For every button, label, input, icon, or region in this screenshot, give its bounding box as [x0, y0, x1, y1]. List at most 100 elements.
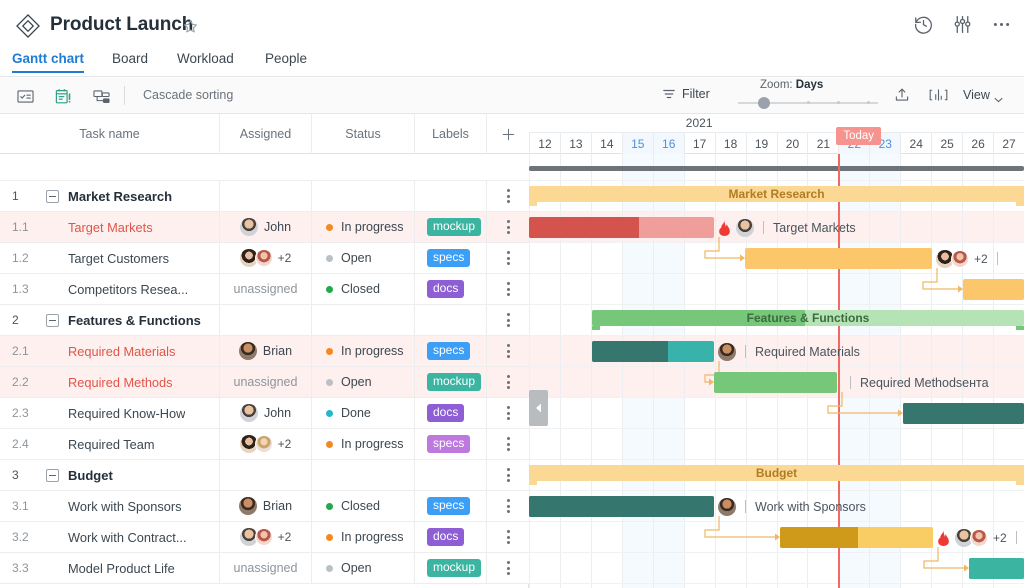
timeline-day-header[interactable]: 13 — [559, 133, 591, 154]
table-row[interactable]: 2.2 Required Methods unassigned Open mockup — [0, 367, 529, 398]
task-name[interactable]: Competitors Resea... — [68, 282, 188, 297]
fit-to-screen-icon[interactable] — [929, 87, 948, 103]
column-header-assigned[interactable]: Assigned — [219, 114, 311, 154]
more-horizontal-icon[interactable] — [991, 14, 1012, 35]
assigned-cell[interactable]: unassigned — [219, 274, 311, 304]
row-menu-button[interactable] — [506, 282, 510, 296]
avatar-brian[interactable] — [238, 497, 257, 515]
table-row[interactable]: 1.1 Target Markets John In progress mockup — [0, 212, 529, 243]
row-menu-button[interactable] — [506, 251, 510, 265]
status-cell[interactable]: In progress — [311, 522, 414, 552]
row-menu-button[interactable] — [506, 220, 510, 234]
labels-cell[interactable]: docs — [414, 522, 486, 552]
add-column-button[interactable] — [486, 114, 529, 154]
label-chip[interactable]: specs — [427, 341, 471, 361]
collapse-toggle[interactable] — [46, 313, 59, 327]
timeline-day-header[interactable]: 17 — [683, 133, 715, 154]
summary-bar[interactable]: Budget — [529, 465, 1024, 481]
status-cell[interactable]: Open — [311, 243, 414, 273]
timeline-day-header[interactable]: 20 — [776, 133, 808, 154]
label-chip[interactable]: specs — [427, 496, 471, 516]
assignee-group[interactable]: Brian — [238, 497, 292, 515]
group-row[interactable]: 1 Market Research — [0, 181, 529, 212]
menu-cell[interactable] — [486, 460, 529, 490]
avatar-john[interactable] — [239, 404, 258, 422]
timeline-horizontal-scrollbar[interactable] — [529, 166, 1024, 171]
row-menu-button[interactable] — [506, 437, 510, 451]
menu-cell[interactable] — [486, 429, 529, 459]
row-menu-button[interactable] — [506, 189, 510, 203]
assigned-cell[interactable]: Brian — [219, 336, 311, 366]
labels-cell[interactable]: specs — [414, 491, 486, 521]
timeline-day-header[interactable]: 14 — [590, 133, 622, 154]
table-row[interactable]: 1.3 Competitors Resea... unassigned Closed d… — [0, 274, 529, 305]
task-name[interactable]: Target Markets — [68, 220, 153, 235]
history-icon[interactable] — [913, 14, 934, 35]
labels-cell[interactable]: mockup — [414, 553, 486, 583]
summary-bar[interactable]: Features & Functions — [592, 310, 1024, 326]
row-menu-button[interactable] — [506, 344, 510, 358]
tab-people[interactable]: People — [265, 51, 307, 71]
hierarchy-icon[interactable] — [92, 87, 111, 106]
status-cell[interactable]: Open — [311, 553, 414, 583]
label-chip[interactable]: mockup — [427, 372, 482, 392]
zoom-slider[interactable] — [738, 97, 878, 109]
column-header-labels[interactable]: Labels — [414, 114, 486, 154]
labels-cell[interactable]: docs — [414, 398, 486, 428]
assignee-unassigned[interactable]: unassigned — [234, 561, 298, 575]
assignee-group[interactable]: Brian — [238, 342, 292, 360]
task-name[interactable]: Required Team — [68, 437, 155, 452]
timeline-day-header[interactable]: 27 — [993, 133, 1024, 154]
column-header-status[interactable]: Status — [311, 114, 414, 154]
status-cell[interactable]: Done — [311, 398, 414, 428]
export-icon[interactable] — [893, 86, 911, 104]
timeline-day-header[interactable]: 15 — [621, 133, 653, 154]
task-bar[interactable] — [969, 558, 1024, 579]
menu-cell[interactable] — [486, 181, 529, 211]
zoom-slider-handle[interactable] — [758, 97, 770, 109]
timeline-day-header[interactable]: 18 — [714, 133, 746, 154]
assigned-cell[interactable]: John — [219, 398, 311, 428]
column-header-task-name[interactable]: Task name — [0, 114, 219, 154]
avatar-red-hair[interactable] — [254, 249, 273, 267]
row-menu-button[interactable] — [506, 530, 510, 544]
timeline-day-header[interactable]: 21 — [807, 133, 838, 154]
task-name[interactable]: Required Methods — [68, 375, 173, 390]
timeline-day-header[interactable]: 16 — [652, 133, 684, 154]
row-menu-button[interactable] — [506, 313, 510, 327]
status-cell[interactable]: Open — [311, 367, 414, 397]
assignee-unassigned[interactable]: unassigned — [234, 375, 298, 389]
status-cell[interactable]: In progress — [311, 212, 414, 242]
assignee-group[interactable]: John — [239, 404, 291, 422]
tab-gantt-chart[interactable]: Gantt chart — [12, 51, 85, 73]
avatar-brian[interactable] — [238, 342, 257, 360]
avatar-red-hair[interactable] — [254, 528, 273, 546]
label-chip[interactable]: specs — [427, 434, 471, 454]
assigned-cell[interactable]: unassigned — [219, 367, 311, 397]
menu-cell[interactable] — [486, 243, 529, 273]
task-name[interactable]: Model Product Life — [68, 561, 175, 576]
row-menu-button[interactable] — [506, 375, 510, 389]
labels-cell[interactable]: mockup — [414, 367, 486, 397]
status-cell[interactable]: In progress — [311, 336, 414, 366]
label-chip[interactable]: mockup — [427, 217, 482, 237]
task-name[interactable]: Required Know-How — [68, 406, 185, 421]
group-row[interactable]: 2 Features & Functions — [0, 305, 529, 336]
assigned-cell[interactable]: Brian — [219, 491, 311, 521]
menu-cell[interactable] — [486, 491, 529, 521]
bar-assignee-group[interactable]: +2 — [955, 528, 1007, 547]
avatar-red-hair[interactable] — [970, 528, 988, 547]
assigned-cell[interactable]: unassigned — [219, 553, 311, 583]
row-menu-button[interactable] — [506, 406, 510, 420]
task-bar[interactable] — [903, 403, 1024, 424]
row-menu-button[interactable] — [506, 499, 510, 513]
table-row[interactable]: 1.2 Target Customers +2 Open specs — [0, 243, 529, 274]
task-name[interactable]: Required Materials — [68, 344, 175, 359]
task-bar[interactable] — [529, 217, 714, 238]
row-menu-button[interactable] — [506, 468, 510, 482]
status-cell[interactable]: In progress — [311, 429, 414, 459]
view-menu-button[interactable]: View — [963, 88, 1003, 103]
cascade-sorting-button[interactable]: Cascade sorting — [143, 88, 233, 102]
label-chip[interactable]: docs — [427, 279, 465, 299]
task-bar[interactable] — [963, 279, 1024, 300]
